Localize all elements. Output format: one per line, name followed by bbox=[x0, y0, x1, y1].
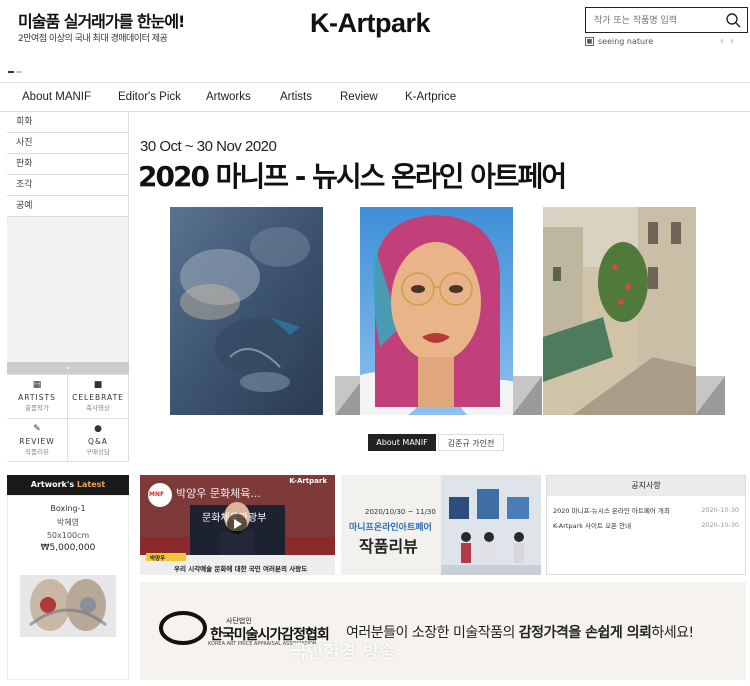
video-caption: 우리 시각예술 문화에 대한 국민 여러분의 사랑도 bbox=[174, 565, 308, 573]
latest-card[interactable]: Boxing-1 박혜영 50x100cm ₩5,000,000 bbox=[7, 495, 129, 680]
review-banner[interactable]: 2020/10/30 ~ 11/30 마니프온라인아트페어 작품리뷰 bbox=[341, 475, 541, 575]
watermark: 국민환경 방송 bbox=[290, 642, 396, 663]
artwork-image-2[interactable] bbox=[360, 207, 513, 415]
chevron-left-icon[interactable]: ‹ bbox=[720, 36, 730, 47]
banner-text: 여러분들이 소장한 미술작품의 감정가격을 손쉽게 의뢰하세요! bbox=[346, 622, 694, 642]
category-photo[interactable]: 사진 bbox=[7, 133, 128, 154]
chevron-right-icon[interactable]: › bbox=[730, 36, 740, 47]
slider-dots[interactable] bbox=[8, 71, 22, 73]
quick-label: ARTISTS bbox=[18, 393, 56, 403]
video-name-tag: 박양우 bbox=[150, 556, 166, 562]
review-date: 2020/10/30 ~ 11/30 bbox=[365, 508, 436, 516]
video-channel: K-Artpark bbox=[289, 477, 327, 485]
review-line1: 마니프온라인아트페어 bbox=[349, 523, 432, 533]
about-manif-button[interactable]: About MANIF bbox=[368, 434, 436, 451]
category-craft[interactable]: 공예 bbox=[7, 196, 128, 217]
event-date: 30 Oct ~ 30 Nov 2020 bbox=[140, 138, 277, 155]
nav-item-artists[interactable]: Artists bbox=[280, 91, 312, 103]
quick-sub: 축사영상 bbox=[86, 404, 110, 413]
banner-text-post: 하세요! bbox=[651, 625, 694, 641]
quick-qna[interactable]: ● Q&A 구매상담 bbox=[68, 418, 129, 462]
sponsor-nav[interactable]: ‹› bbox=[720, 36, 740, 47]
slogan-sub: 2만여점 이상의 국내 최대 경매데이터 제공 bbox=[18, 34, 168, 44]
greeting-button[interactable]: 김준규 가인전 bbox=[438, 434, 504, 451]
video-icon: ■ bbox=[93, 380, 103, 391]
category-painting[interactable]: 회화 bbox=[7, 112, 128, 133]
main-nav: About MANIF Editor's Pick Artworks Artis… bbox=[0, 82, 750, 112]
dot[interactable] bbox=[16, 71, 22, 73]
association-logo-icon bbox=[159, 611, 207, 645]
notice-title: 공지사항 bbox=[547, 476, 745, 496]
flag-icon: ■ bbox=[585, 37, 594, 46]
sidebar-collapse[interactable]: ⌄ bbox=[7, 362, 129, 374]
category-sculpture[interactable]: 조각 bbox=[7, 175, 128, 196]
notice-item-date: 2020-10-30 bbox=[701, 505, 739, 514]
quick-sub: 작품리뷰 bbox=[25, 447, 49, 456]
artwork-name: Boxing-1 bbox=[50, 504, 86, 513]
channel-logo: MNF bbox=[149, 491, 165, 498]
artwork-image-1[interactable] bbox=[170, 207, 323, 415]
pencil-icon: ✎ bbox=[33, 423, 41, 434]
notice-item-date: 2020-10-30 bbox=[701, 520, 739, 529]
quick-label: CELEBRATE bbox=[72, 393, 124, 403]
video-heading: 박양우 문화체육... bbox=[176, 487, 261, 500]
latest-prefix: Artwork's bbox=[30, 480, 75, 489]
nav-item-artworks[interactable]: Artworks bbox=[206, 91, 251, 103]
frame-shadow bbox=[695, 376, 725, 415]
slogan-main: 미술품 실거래가를 한눈에! bbox=[18, 12, 185, 31]
artwork-price: ₩5,000,000 bbox=[40, 543, 96, 553]
notice-item[interactable]: 2020 마니프-뉴시스 온라인 아트페어 개최 2020-10-30 bbox=[547, 502, 745, 517]
search-input[interactable] bbox=[586, 9, 716, 33]
nav-item-editors-pick[interactable]: Editor's Pick bbox=[118, 91, 181, 103]
quick-sub: 구매상담 bbox=[86, 447, 110, 456]
chevron-down-icon[interactable]: ⌄ bbox=[64, 362, 72, 372]
quick-artists[interactable]: ▦ ARTISTS 출품작가 bbox=[7, 375, 68, 419]
appraisal-banner[interactable]: 사단법인 한국미술시가감정협회 KOREA ART PRICE APPRAISA… bbox=[140, 582, 746, 680]
gallery-illustration bbox=[441, 475, 541, 575]
event-title: 2020 마니프 - 뉴시스 온라인 아트페어 bbox=[138, 160, 567, 193]
quick-celebrate[interactable]: ■ CELEBRATE 축사영상 bbox=[68, 375, 129, 419]
quick-sub: 출품작가 bbox=[25, 404, 49, 413]
site-logo[interactable]: K-Artpark bbox=[310, 8, 431, 39]
latest-accent: Latest bbox=[76, 480, 106, 489]
dot-active[interactable] bbox=[8, 71, 14, 73]
grid-icon: ▦ bbox=[32, 380, 42, 391]
nav-item-kartprice[interactable]: K-Artprice bbox=[405, 91, 456, 103]
notice-item-text: 2020 마니프-뉴시스 온라인 아트페어 개최 bbox=[553, 506, 670, 515]
quick-menu: ▦ ARTISTS 출품작가 ■ CELEBRATE 축사영상 ✎ REVIEW… bbox=[7, 374, 129, 462]
nav-item-about[interactable]: About MANIF bbox=[22, 91, 91, 103]
banner-text-bold: 감정가격을 손쉽게 의뢰 bbox=[518, 625, 652, 641]
quick-review[interactable]: ✎ REVIEW 작품리뷰 bbox=[7, 418, 68, 462]
category-print[interactable]: 판화 bbox=[7, 154, 128, 175]
sponsor[interactable]: ■ seeing nature bbox=[585, 37, 653, 46]
nav-item-review[interactable]: Review bbox=[340, 91, 378, 103]
search-icon[interactable] bbox=[725, 12, 741, 28]
notice-item-text: K-Artpark 사이트 오픈 안내 bbox=[553, 521, 632, 530]
quick-label: Q&A bbox=[88, 436, 108, 446]
video-thumbnail[interactable]: MNF 박양우 문화체육... 문화체육관광부 K-Artpark 박양우 우리… bbox=[140, 475, 335, 575]
quick-label: REVIEW bbox=[19, 436, 55, 446]
play-icon[interactable] bbox=[226, 513, 248, 535]
search-box bbox=[585, 7, 748, 33]
artwork-size: 50x100cm bbox=[46, 531, 90, 540]
latest-artwork-image[interactable] bbox=[20, 575, 116, 637]
artwork-artist: 박혜영 bbox=[56, 518, 80, 527]
chat-icon: ● bbox=[94, 423, 102, 434]
artwork-image-3[interactable] bbox=[543, 207, 696, 415]
latest-header: Artwork's Latest bbox=[7, 475, 129, 495]
notice-board: 공지사항 2020 마니프-뉴시스 온라인 아트페어 개최 2020-10-30 … bbox=[546, 475, 746, 575]
notice-item[interactable]: K-Artpark 사이트 오픈 안내 2020-10-30 bbox=[547, 517, 745, 532]
frame-shadow bbox=[512, 376, 542, 415]
review-line2: 작품리뷰 bbox=[359, 537, 418, 556]
sponsor-label: seeing nature bbox=[598, 37, 654, 46]
